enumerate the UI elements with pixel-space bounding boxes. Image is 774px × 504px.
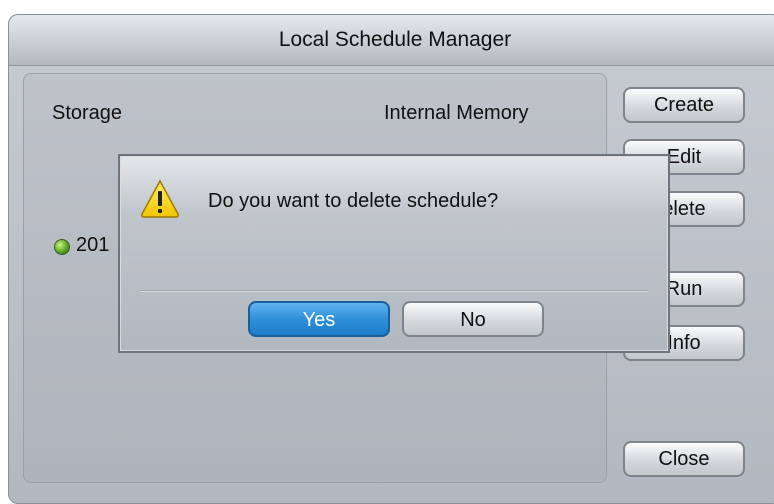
- window-title: Local Schedule Manager: [9, 15, 774, 66]
- close-button[interactable]: Close: [623, 441, 745, 477]
- status-indicator-icon: [54, 239, 70, 255]
- schedule-item-text: 201: [76, 234, 110, 256]
- no-button[interactable]: No: [402, 301, 544, 337]
- confirm-delete-dialog: Do you want to delete schedule? Yes No: [118, 154, 670, 353]
- yes-button[interactable]: Yes: [248, 301, 390, 337]
- storage-label: Storage: [52, 102, 123, 124]
- create-button[interactable]: Create: [623, 87, 745, 123]
- warning-icon: [141, 179, 179, 218]
- storage-value: Internal Memory: [384, 102, 529, 124]
- dialog-message: Do you want to delete schedule?: [208, 190, 499, 212]
- dialog-divider: [140, 290, 648, 291]
